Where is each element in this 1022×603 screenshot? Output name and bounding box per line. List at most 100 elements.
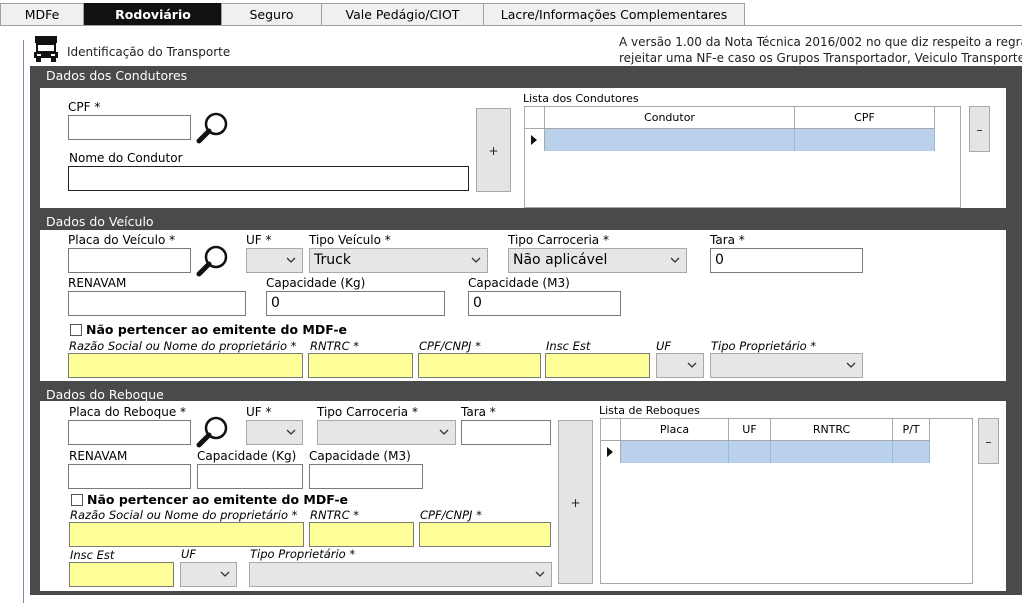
row-pointer-icon bbox=[601, 441, 621, 463]
renavam-reboque-input[interactable] bbox=[68, 464, 191, 489]
placa-reboque-input[interactable] bbox=[68, 420, 191, 445]
uf-reboque-label: UF * bbox=[246, 405, 272, 419]
cpf-cnpj-reboque-label: CPF/CNPJ * bbox=[420, 508, 482, 522]
tipo-proprietario-reboque-select[interactable] bbox=[249, 562, 552, 587]
tipo-veiculo-label: Tipo Veículo * bbox=[309, 233, 391, 247]
tipo-carroceria-label: Tipo Carroceria * bbox=[508, 233, 609, 247]
chevron-down-icon bbox=[535, 571, 545, 577]
grid-cell[interactable] bbox=[621, 441, 729, 463]
razao-social-reboque-input[interactable] bbox=[69, 522, 304, 547]
column-header-condutor[interactable]: Condutor bbox=[545, 107, 795, 129]
magnifier-icon[interactable] bbox=[196, 111, 230, 145]
razao-social-reboque-label: Razão Social ou Nome do proprietário * bbox=[70, 508, 298, 522]
capacidade-kg-reboque-label: Capacidade (Kg) bbox=[197, 449, 297, 463]
rntrc-reboque-input[interactable] bbox=[309, 522, 414, 547]
cpf-input[interactable] bbox=[68, 115, 191, 140]
renavam-input[interactable] bbox=[68, 291, 246, 316]
section-title: Dados do Reboque bbox=[46, 387, 164, 402]
column-header-placa[interactable]: Placa bbox=[621, 419, 729, 441]
column-header-cpf[interactable]: CPF bbox=[795, 107, 935, 129]
tipo-proprietario-reboque-label: Tipo Proprietário * bbox=[250, 547, 356, 561]
uf-proprietario-select[interactable] bbox=[656, 353, 704, 378]
insc-est-label: Insc Est bbox=[546, 339, 591, 353]
capacidade-m3-reboque-label: Capacidade (M3) bbox=[309, 449, 411, 463]
rntrc-input[interactable] bbox=[308, 353, 413, 378]
tipo-carroceria-select[interactable]: Não aplicável bbox=[508, 248, 687, 273]
nao-pertencer-reboque-label: Não pertencer ao emitente do MDF-e bbox=[87, 492, 349, 507]
grid-corner bbox=[525, 107, 545, 129]
section-title: Dados do Veículo bbox=[46, 214, 154, 229]
uf-select[interactable] bbox=[246, 248, 303, 273]
grid-cell[interactable] bbox=[893, 441, 930, 463]
column-header-rntrc[interactable]: RNTRC bbox=[771, 419, 893, 441]
nao-pertencer-reboque-checkbox[interactable] bbox=[71, 494, 83, 506]
tipo-veiculo-select[interactable]: Truck bbox=[309, 248, 488, 273]
rntrc-reboque-label: RNTRC * bbox=[310, 508, 360, 522]
capacidade-kg-label: Capacidade (Kg) bbox=[266, 276, 366, 290]
grid-cell[interactable] bbox=[729, 441, 771, 463]
insc-est-input[interactable] bbox=[545, 353, 650, 378]
chevron-down-icon bbox=[286, 257, 296, 263]
cpf-label: CPF * bbox=[68, 100, 101, 114]
capacidade-m3-reboque-input[interactable] bbox=[309, 464, 423, 489]
magnifier-icon[interactable] bbox=[196, 415, 230, 449]
tipo-carroceria-value: Não aplicável bbox=[513, 252, 608, 268]
razao-social-input[interactable] bbox=[68, 353, 303, 378]
tipo-proprietario-label: Tipo Proprietário * bbox=[711, 339, 817, 353]
insc-est-reboque-input[interactable] bbox=[69, 562, 174, 587]
row-pointer-icon bbox=[525, 129, 545, 151]
insc-est-reboque-label: Insc Est bbox=[70, 548, 115, 562]
uf-proprietario-reboque-select[interactable] bbox=[180, 562, 237, 587]
remove-condutor-button[interactable]: – bbox=[969, 106, 990, 152]
capacidade-kg-input[interactable]: 0 bbox=[266, 291, 445, 316]
tara-label: Tara * bbox=[710, 233, 745, 247]
truck-icon bbox=[31, 34, 61, 64]
remove-reboque-button[interactable]: – bbox=[978, 418, 999, 464]
condutores-grid[interactable]: Condutor CPF bbox=[524, 106, 961, 208]
razao-social-label: Razão Social ou Nome do proprietário * bbox=[69, 339, 297, 353]
tipo-veiculo-value: Truck bbox=[314, 252, 351, 268]
capacidade-kg-reboque-input[interactable] bbox=[197, 464, 303, 489]
placa-veiculo-label: Placa do Veículo * bbox=[68, 233, 176, 247]
grid-cell[interactable] bbox=[545, 129, 795, 151]
chevron-down-icon bbox=[471, 257, 481, 263]
capacidade-m3-input[interactable]: 0 bbox=[468, 291, 621, 316]
column-header-pt[interactable]: P/T bbox=[893, 419, 930, 441]
grid-cell[interactable] bbox=[771, 441, 893, 463]
placa-reboque-label: Placa do Reboque * bbox=[69, 405, 187, 419]
tara-reboque-input[interactable] bbox=[461, 420, 551, 445]
grid-cell[interactable] bbox=[795, 129, 935, 151]
tipo-proprietario-select[interactable] bbox=[710, 353, 863, 378]
tara-reboque-label: Tara * bbox=[461, 405, 496, 419]
cpf-cnpj-input[interactable] bbox=[418, 353, 541, 378]
uf-reboque-select[interactable] bbox=[246, 420, 303, 445]
add-condutor-button[interactable]: + bbox=[476, 108, 511, 192]
tipo-carroceria-reboque-select[interactable] bbox=[317, 420, 456, 445]
cpf-cnpj-label: CPF/CNPJ * bbox=[419, 339, 481, 353]
nao-pertencer-label: Não pertencer ao emitente do MDF-e bbox=[86, 322, 348, 337]
chevron-down-icon bbox=[687, 362, 697, 368]
nome-condutor-input[interactable] bbox=[68, 166, 469, 191]
uf-proprietario-reboque-label: UF bbox=[181, 547, 197, 561]
chevron-down-icon bbox=[439, 429, 449, 435]
magnifier-icon[interactable] bbox=[196, 244, 230, 278]
tab-rodoviario[interactable]: Rodoviário bbox=[84, 3, 222, 26]
lista-condutores-label: Lista dos Condutores bbox=[523, 92, 639, 105]
nao-pertencer-checkbox[interactable] bbox=[70, 324, 82, 336]
reboques-grid[interactable]: Placa UF RNTRC P/T bbox=[600, 418, 973, 584]
lista-reboques-label: Lista de Reboques bbox=[599, 404, 700, 417]
column-header-uf[interactable]: UF bbox=[729, 419, 771, 441]
tab-seguro[interactable]: Seguro bbox=[221, 3, 322, 26]
tara-input[interactable]: 0 bbox=[710, 248, 863, 273]
cpf-cnpj-reboque-input[interactable] bbox=[419, 522, 551, 547]
add-reboque-button[interactable]: + bbox=[558, 420, 593, 584]
uf-proprietario-label: UF bbox=[656, 339, 672, 353]
tipo-carroceria-reboque-label: Tipo Carroceria * bbox=[317, 405, 418, 419]
tab-vale-pedagio[interactable]: Vale Pedágio/CIOT bbox=[321, 3, 484, 26]
chevron-down-icon bbox=[846, 362, 856, 368]
capacidade-m3-label: Capacidade (M3) bbox=[468, 276, 570, 290]
tab-mdfe[interactable]: MDFe bbox=[0, 3, 84, 26]
placa-veiculo-input[interactable] bbox=[68, 248, 191, 273]
tab-lacre[interactable]: Lacre/Informações Complementares bbox=[483, 3, 745, 26]
chevron-down-icon bbox=[220, 571, 230, 577]
